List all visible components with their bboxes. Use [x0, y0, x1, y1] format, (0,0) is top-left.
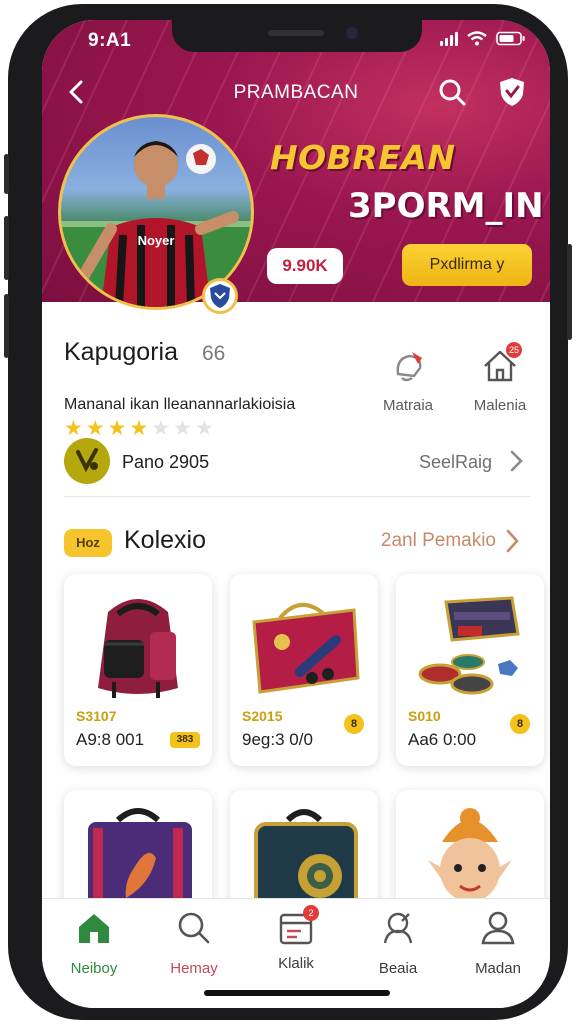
star-empty-icon: ★	[151, 417, 174, 440]
battery-icon	[496, 31, 525, 46]
coin-icon: 8	[510, 714, 530, 734]
see-all-link[interactable]: 2anl Pemakio	[381, 530, 496, 552]
card-price: S010	[408, 708, 441, 724]
divider	[64, 496, 530, 497]
tab-profile[interactable]: Madan	[450, 909, 546, 977]
chevron-right-icon[interactable]	[502, 524, 522, 558]
seller-name[interactable]: Pano 2905	[122, 452, 209, 473]
tab-label: Beaia	[378, 960, 418, 977]
volume-up-button	[4, 216, 9, 280]
star-empty-icon: ★	[173, 417, 195, 440]
jersey-text: Noyer	[138, 233, 175, 248]
hero-subtitle: 3PORM_IN	[348, 186, 544, 226]
hero-title: HOBREAN	[270, 138, 456, 177]
tab-label: Neiboy	[70, 960, 118, 977]
tab-label: Klalik	[278, 955, 314, 972]
star-filled-icon: ★	[64, 417, 86, 440]
club-badge	[202, 278, 238, 314]
hero-banner: 9:A1 PRAMBACAN Noyer HOBREAN 3PORM_IN 9.…	[42, 20, 550, 314]
section-title: Kolexio	[124, 526, 206, 554]
notch	[172, 20, 422, 52]
card-subtitle: Aa6 0:00	[408, 730, 477, 749]
seller-logo[interactable]	[64, 438, 110, 484]
seller-link[interactable]: SeelRaig	[419, 452, 492, 473]
card-subtitle: 9eg:3 0/0	[242, 730, 313, 749]
bag-image	[252, 603, 360, 694]
tab-home[interactable]: Neiboy	[46, 909, 142, 977]
tab-label: Hemay	[170, 960, 218, 977]
product-count: 66	[202, 342, 226, 365]
chat-icon	[383, 912, 413, 944]
home-icon	[79, 914, 109, 943]
search-icon	[178, 912, 210, 944]
star-filled-icon: ★	[107, 417, 130, 440]
product-card[interactable]: S3107 A9:8 001 383	[64, 574, 212, 766]
power-button	[567, 244, 572, 340]
card-price: S2015	[242, 708, 283, 724]
card-subtitle: A9:8 001	[76, 730, 145, 749]
backpack-image	[98, 599, 178, 698]
card-tag: 383	[170, 732, 200, 748]
status-icons	[440, 31, 526, 46]
notification-badge: 25	[506, 342, 522, 358]
mute-switch	[4, 154, 9, 194]
app-screen: 9:A1 PRAMBACAN Noyer HOBREAN 3PORM_IN 9.…	[42, 20, 550, 1008]
tab-chat[interactable]: Beaia	[350, 909, 446, 977]
cart-badge: 2	[303, 905, 319, 921]
wifi-icon	[467, 31, 487, 46]
coin-icon: 8	[344, 714, 364, 734]
case-and-tokens-image	[418, 596, 520, 695]
action-label: Malenia	[473, 397, 527, 414]
product-card[interactable]: S010 Aa6 0:00 8	[396, 574, 544, 766]
section-badge: Hoz	[64, 529, 112, 557]
shield-icon[interactable]	[496, 76, 528, 108]
action-matraia[interactable]: Matraia	[368, 346, 448, 414]
chevron-right-icon[interactable]	[506, 447, 526, 475]
star-filled-icon: ★	[85, 417, 108, 440]
search-icon[interactable]	[436, 76, 468, 108]
product-name: Kapugoria	[64, 338, 178, 366]
page-title: PRAMBACAN	[233, 82, 359, 103]
volume-down-button	[4, 294, 9, 358]
hero-cta-button[interactable]: Pxdlirma y	[402, 244, 532, 286]
price-badge: 9.90K	[267, 248, 343, 284]
card-price: S3107	[76, 708, 117, 724]
status-time: 9:A1	[88, 30, 132, 51]
signal-icon	[440, 31, 458, 46]
product-description: Mananal ikan lleanannarlakioisia	[64, 396, 296, 413]
tab-search[interactable]: Hemay	[146, 909, 242, 977]
user-icon	[481, 911, 515, 945]
tab-cart[interactable]: 2 Klalik	[248, 905, 344, 972]
product-card[interactable]: S2015 9eg:3 0/0 8	[230, 574, 378, 766]
action-malenia[interactable]: 25 Malenia	[460, 342, 540, 414]
phone-frame: 9:A1 PRAMBACAN Noyer HOBREAN 3PORM_IN 9.…	[4, 4, 572, 1020]
action-label: Matraia	[382, 397, 434, 414]
home-indicator	[204, 990, 390, 996]
star-filled-icon: ★	[129, 417, 152, 440]
bell-icon	[396, 352, 422, 382]
top-bar: PRAMBACAN	[42, 74, 550, 110]
star-empty-icon: ★	[194, 417, 217, 440]
tab-label: Madan	[475, 960, 521, 977]
